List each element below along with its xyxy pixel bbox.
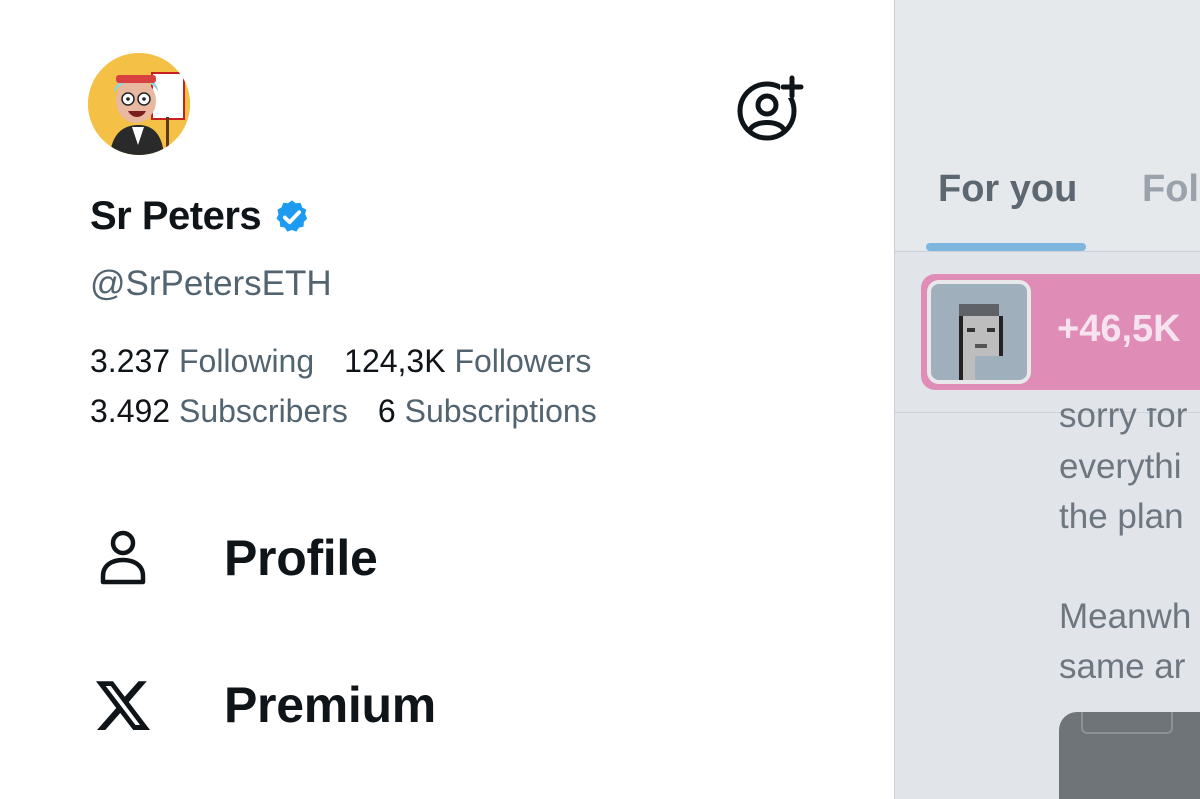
followers-label: Followers bbox=[454, 343, 592, 379]
display-name-row: Sr Peters bbox=[90, 194, 311, 239]
tweet-text-line: sorry for bbox=[1059, 396, 1188, 435]
followers-count: 124,3K bbox=[344, 343, 446, 379]
avatar-image bbox=[88, 53, 190, 155]
stats-row-follow: 3.237 Following 124,3K Followers bbox=[90, 343, 591, 380]
avatar[interactable] bbox=[88, 53, 190, 155]
add-account-button[interactable] bbox=[734, 74, 806, 144]
display-name[interactable]: Sr Peters bbox=[90, 194, 262, 239]
timeline-header bbox=[895, 0, 1200, 250]
subscriptions-stat[interactable]: 6 Subscriptions bbox=[378, 393, 597, 430]
subscribers-label: Subscribers bbox=[178, 393, 348, 429]
menu-item-profile[interactable]: Profile bbox=[88, 523, 378, 593]
x-logo-icon bbox=[88, 670, 158, 740]
tab-following[interactable]: Fol bbox=[1142, 168, 1199, 211]
menu-item-label: Premium bbox=[224, 677, 436, 733]
tweet-text-line: Meanwh bbox=[1059, 597, 1192, 636]
subscriptions-label: Subscriptions bbox=[404, 393, 597, 429]
followers-stat[interactable]: 124,3K Followers bbox=[344, 343, 591, 380]
following-label: Following bbox=[178, 343, 315, 379]
following-count: 3.237 bbox=[90, 343, 171, 379]
stats-row-subs: 3.492 Subscribers 6 Subscriptions bbox=[90, 393, 597, 430]
active-tab-indicator bbox=[926, 243, 1086, 251]
subscribers-count: 3.492 bbox=[90, 393, 171, 429]
tab-for-you[interactable]: For you bbox=[938, 168, 1077, 211]
person-icon bbox=[88, 523, 158, 593]
timeline-overlay[interactable]: For you Fol +46,5K sorry for everythi th… bbox=[894, 0, 1200, 799]
promo-banner[interactable]: +46,5K bbox=[921, 274, 1200, 390]
pixel-avatar-icon bbox=[931, 284, 1027, 380]
verified-badge-icon bbox=[276, 199, 308, 232]
subscriptions-count: 6 bbox=[377, 393, 396, 429]
menu-item-premium[interactable]: Premium bbox=[88, 670, 436, 740]
tweet-media[interactable] bbox=[1059, 712, 1200, 799]
side-drawer: Sr Peters @SrPetersETH 3.237 Following 12… bbox=[0, 0, 894, 799]
user-handle: @SrPetersETH bbox=[90, 264, 332, 303]
banner-thumbnail bbox=[927, 280, 1031, 384]
add-account-icon bbox=[737, 75, 804, 141]
menu-item-label: Profile bbox=[224, 530, 378, 586]
media-detail bbox=[1081, 712, 1173, 734]
tweet-text-line: everythi bbox=[1059, 447, 1182, 486]
banner-count: +46,5K bbox=[1057, 308, 1181, 350]
tweet-text-line: same ar bbox=[1059, 647, 1186, 686]
tweet-text-line: the plan bbox=[1059, 497, 1184, 536]
subscribers-stat[interactable]: 3.492 Subscribers bbox=[90, 393, 348, 430]
divider bbox=[895, 251, 1200, 252]
app-screen: Sr Peters @SrPetersETH 3.237 Following 12… bbox=[0, 0, 1200, 799]
following-stat[interactable]: 3.237 Following bbox=[90, 343, 314, 380]
